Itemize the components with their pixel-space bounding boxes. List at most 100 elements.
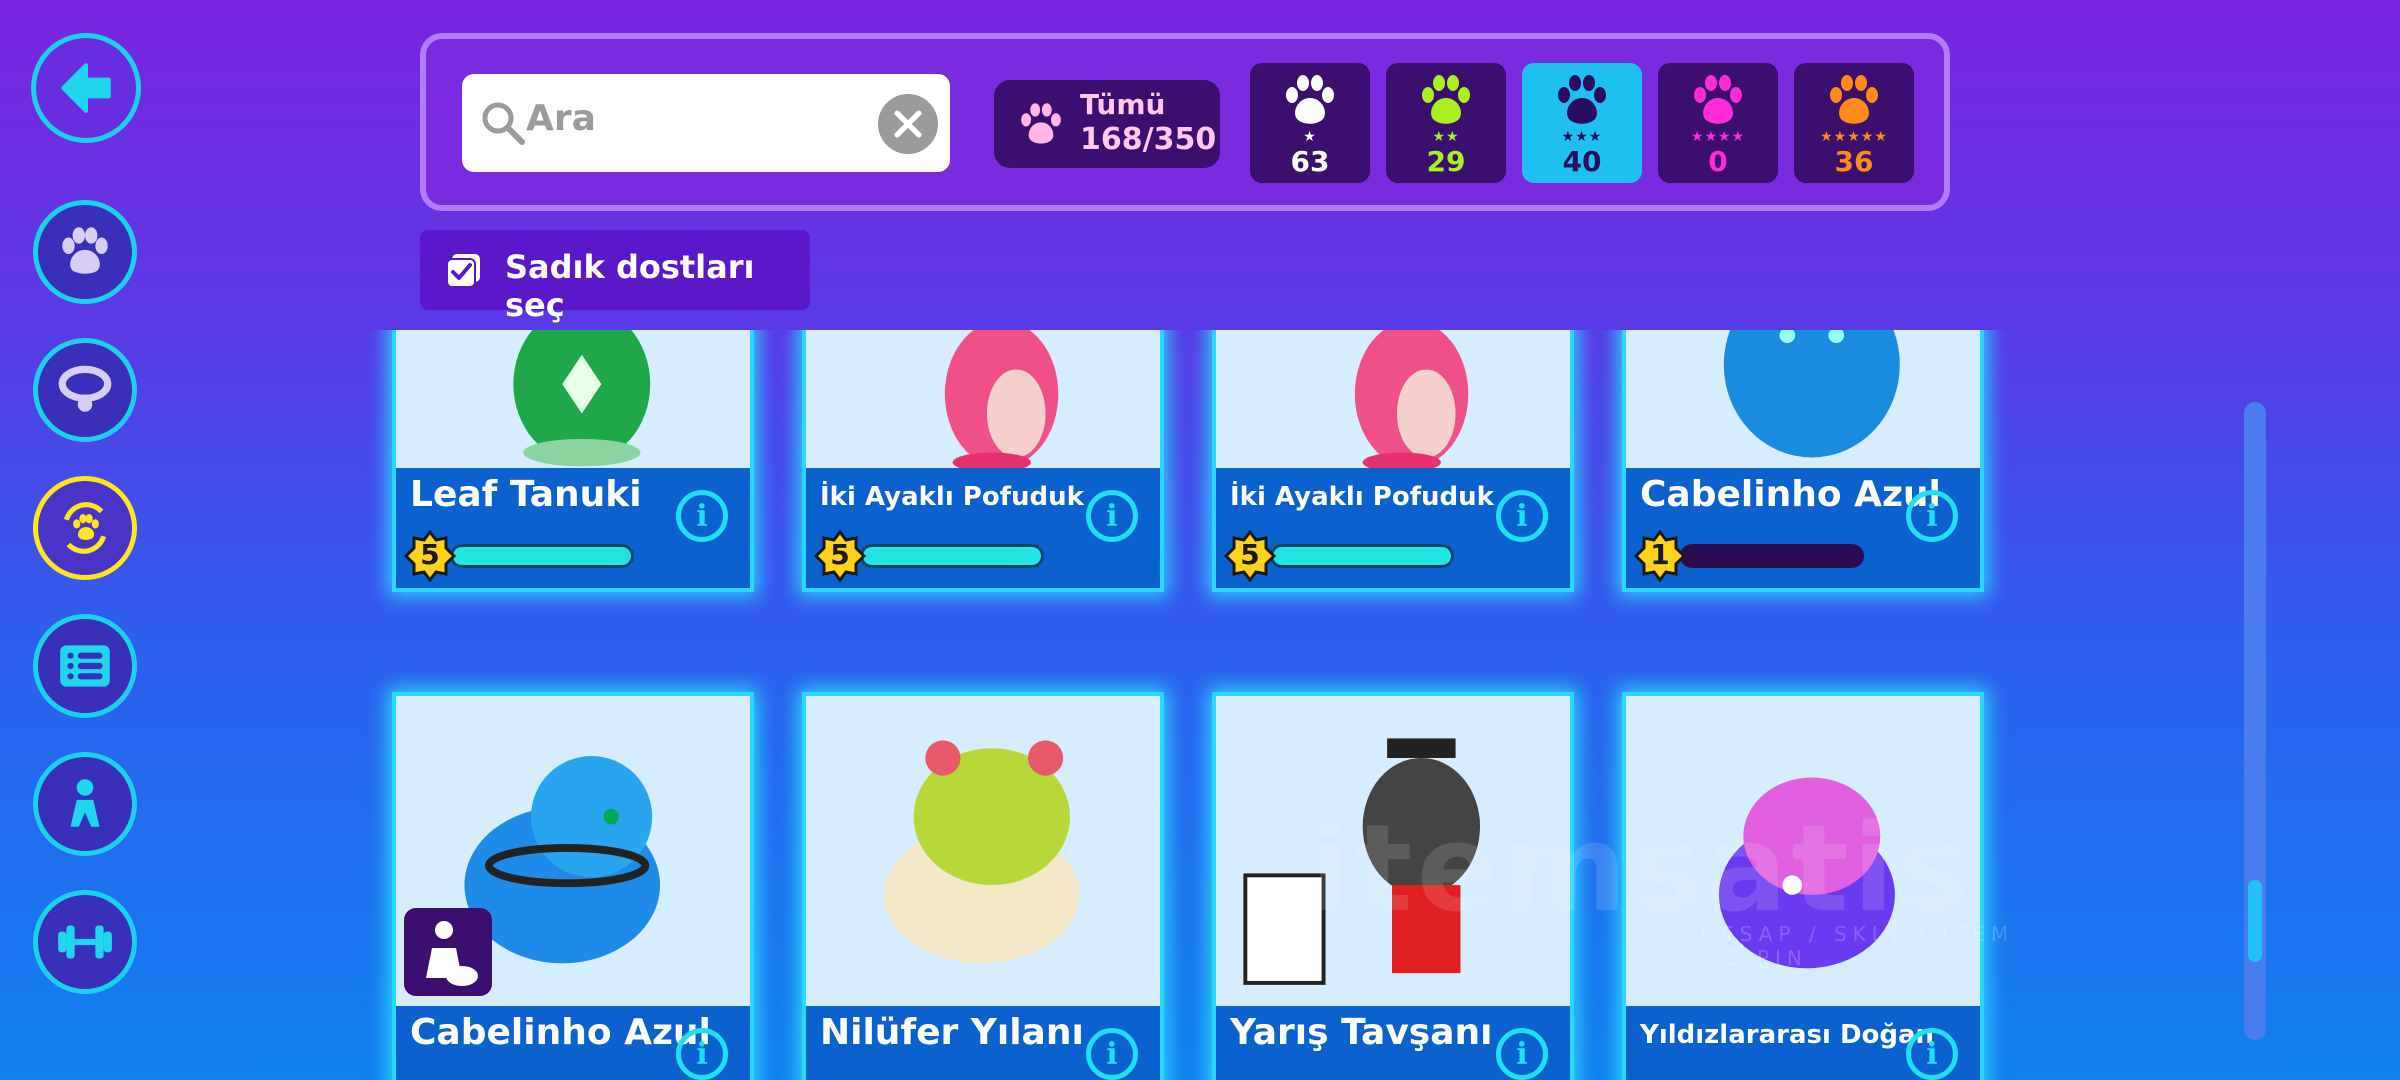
close-icon [894, 110, 922, 138]
paw-icon [1830, 75, 1878, 124]
info-icon: i [1106, 1036, 1118, 1072]
nav-trainer-button[interactable] [33, 752, 137, 856]
star-filter-1[interactable]: ★ 63 [1250, 63, 1370, 183]
pet-card[interactable]: Cabelinho Azul i 1 [1622, 330, 1984, 592]
pet-card[interactable]: İki Ayaklı Pofuduk i 5 [1212, 330, 1574, 592]
swap-paw-icon [63, 502, 107, 554]
select-loyal-friends-label: Sadık dostları seç [505, 248, 755, 324]
star-filter-count: 40 [1562, 145, 1602, 178]
search-placeholder: Ara [526, 98, 596, 139]
info-button[interactable]: i [676, 1028, 728, 1080]
pet-card-footer: Leaf Tanuki i 5 [396, 468, 750, 588]
pet-card-footer: Nilüfer Yılanı i [806, 1006, 1160, 1080]
pet-image [806, 330, 1160, 478]
level-number: 5 [830, 538, 850, 571]
filter-all-button[interactable]: Tümü 168/350 [994, 80, 1220, 168]
pet-name: Cabelinho Azul [1640, 474, 1941, 515]
level-badge: 5 [1223, 529, 1277, 583]
pet-name: Leaf Tanuki [410, 474, 642, 515]
back-button[interactable] [31, 33, 141, 143]
level-number: 1 [1650, 538, 1670, 571]
level-number: 5 [420, 538, 440, 571]
filter-all-label: Tümü [1080, 88, 1166, 121]
info-button[interactable]: i [676, 490, 728, 542]
level-progress-bar [450, 544, 634, 568]
level-progress-bar [1680, 544, 1864, 568]
paw-icon [1558, 75, 1606, 124]
pet-card-footer: İki Ayaklı Pofuduk i 5 [806, 468, 1160, 588]
level-progress-bar [860, 544, 1044, 568]
search-input[interactable]: Ara [462, 74, 950, 172]
star-rating: ★★ [1432, 129, 1460, 145]
pet-name: Yarış Tavşanı [1230, 1012, 1493, 1053]
paw-icon [1694, 75, 1742, 124]
paw-icon [1422, 75, 1470, 124]
select-loyal-friends-button[interactable]: Sadık dostları seç [420, 230, 810, 324]
star-rating: ★ [1303, 129, 1317, 145]
pet-grid: Leaf Tanuki i 5 İki Ayaklı Pofuduk i 5 İki Aya… [360, 330, 2020, 1080]
pet-image [396, 330, 750, 478]
clear-search-button[interactable] [878, 94, 938, 154]
paw-icon [62, 227, 108, 274]
pet-name: İki Ayaklı Pofuduk [820, 482, 1084, 512]
collar-icon [58, 365, 112, 412]
nav-training-button[interactable] [33, 890, 137, 994]
pet-image [1216, 330, 1570, 478]
nav-list-button[interactable] [33, 614, 137, 718]
filter-all-count: 168/350 [1080, 122, 1217, 157]
scrollbar-thumb[interactable] [2248, 880, 2262, 962]
star-filter-count: 36 [1834, 145, 1874, 178]
info-icon: i [696, 1036, 708, 1072]
back-arrow-icon [61, 63, 111, 113]
pet-card[interactable]: Leaf Tanuki i 5 [392, 330, 754, 592]
nav-swap-button[interactable] [33, 476, 137, 580]
star-filter-5[interactable]: ★★★★★ 36 [1794, 63, 1914, 183]
info-button[interactable]: i [1086, 490, 1138, 542]
level-progress-bar [1270, 544, 1454, 568]
pet-name: Nilüfer Yılanı [820, 1012, 1084, 1053]
nav-pets-button[interactable] [33, 200, 137, 304]
pet-card-footer: Yıldızlararası Doğan i [1626, 1006, 1980, 1080]
star-filter-2[interactable]: ★★ 29 [1386, 63, 1506, 183]
level-badge: 5 [403, 529, 457, 583]
pet-card-footer: Cabelinho Azul i [396, 1006, 750, 1080]
star-filter-count: 0 [1708, 145, 1728, 178]
star-rating: ★★★★ [1690, 129, 1746, 145]
pet-name: Yıldızlararası Doğan [1640, 1020, 1935, 1050]
info-button[interactable]: i [1086, 1028, 1138, 1080]
info-icon: i [1516, 498, 1528, 534]
level-number: 5 [1240, 538, 1260, 571]
info-icon: i [696, 498, 708, 534]
nav-collar-button[interactable] [33, 338, 137, 442]
search-icon [482, 102, 525, 145]
info-icon: i [1106, 498, 1118, 534]
info-button[interactable]: i [1906, 1028, 1958, 1080]
paw-icon [1286, 75, 1334, 124]
pet-image [1626, 330, 1980, 478]
pet-name: İki Ayaklı Pofuduk [1230, 482, 1494, 512]
pet-card-footer: Cabelinho Azul i 1 [1626, 468, 1980, 588]
star-filter-4[interactable]: ★★★★ 0 [1658, 63, 1778, 183]
star-filter-3[interactable]: ★★★ 40 [1522, 63, 1642, 183]
info-button[interactable]: i [1496, 490, 1548, 542]
list-icon [60, 645, 110, 687]
level-badge: 5 [813, 529, 867, 583]
loyal-friend-icon [426, 921, 478, 986]
info-icon: i [1926, 1036, 1938, 1072]
info-button[interactable]: i [1496, 1028, 1548, 1080]
pet-card[interactable]: İki Ayaklı Pofuduk i 5 [802, 330, 1164, 592]
pet-card-footer: İki Ayaklı Pofuduk i 5 [1216, 468, 1570, 588]
watermark: itemsatis [1310, 800, 1974, 939]
pet-card-footer: Yarış Tavşanı i [1216, 1006, 1570, 1080]
star-filter-count: 63 [1290, 145, 1330, 178]
watermark-subtext: HESAP / SKIN / ITEM / E-PIN [1700, 922, 2015, 970]
paw-icon [1021, 103, 1061, 144]
info-button[interactable]: i [1906, 490, 1958, 542]
pet-card[interactable]: Cabelinho Azul i [392, 692, 754, 1080]
level-badge: 1 [1633, 529, 1687, 583]
pet-card[interactable]: Nilüfer Yılanı i [802, 692, 1164, 1080]
info-icon: i [1926, 498, 1938, 534]
star-filter-count: 29 [1426, 145, 1466, 178]
pet-name: Cabelinho Azul [410, 1012, 711, 1053]
trainer-icon [70, 779, 100, 827]
